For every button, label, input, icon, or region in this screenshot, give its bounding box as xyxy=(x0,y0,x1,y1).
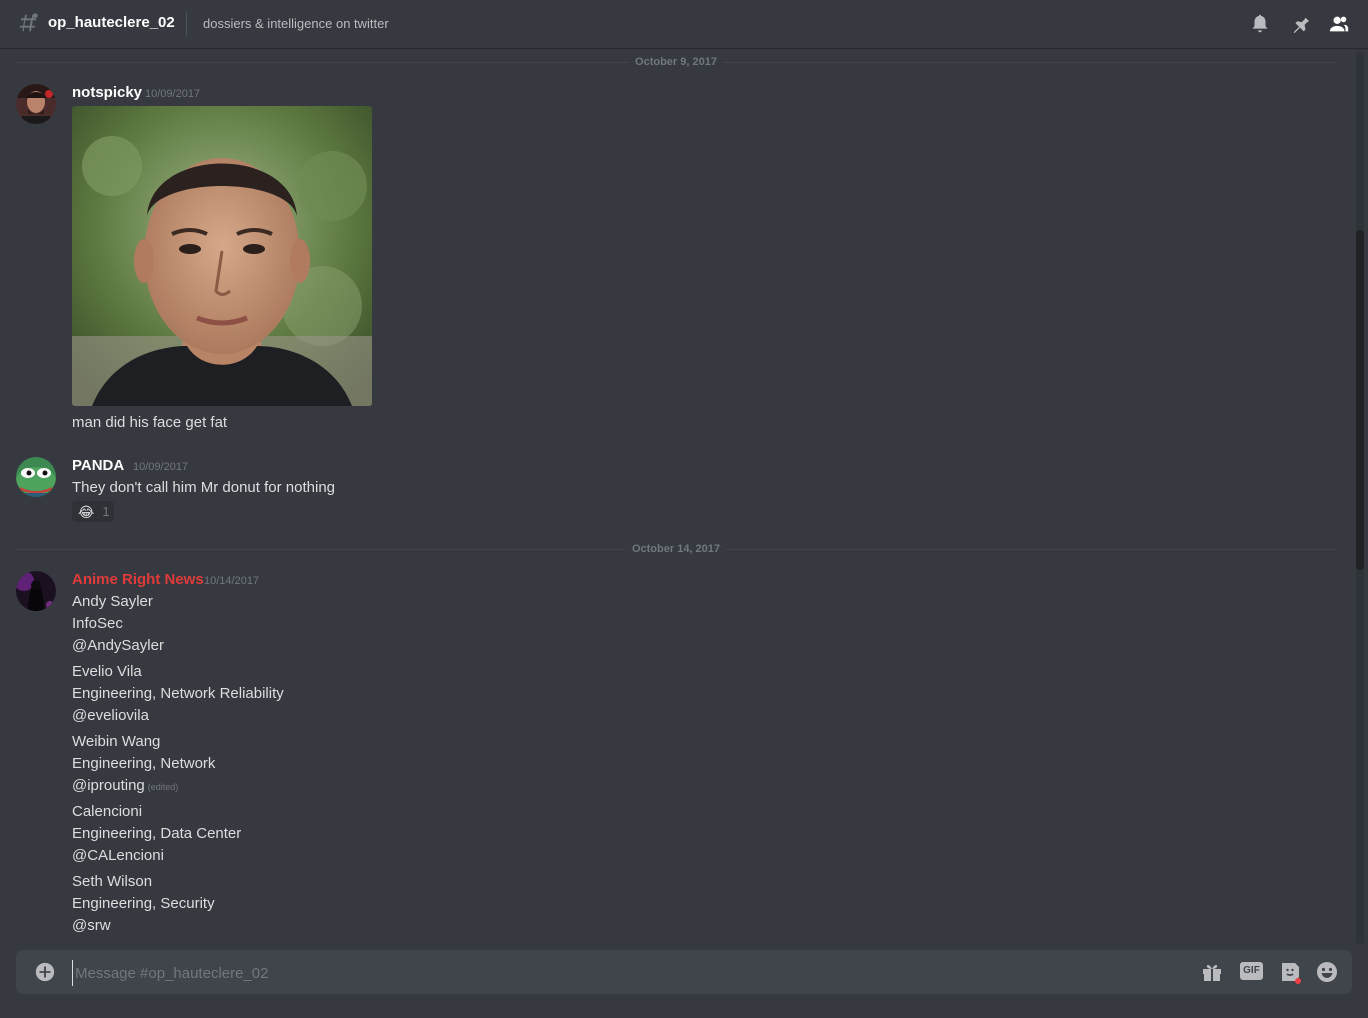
message-timestamp: 10/09/2017 xyxy=(145,88,201,100)
message-line: @iprouting xyxy=(72,777,145,794)
message-line: @srw xyxy=(72,917,111,934)
channel-topic[interactable]: dossiers & intelligence on twitter xyxy=(203,16,389,31)
message-username[interactable]: Anime Right News xyxy=(72,571,204,588)
message-input[interactable] xyxy=(72,960,1177,986)
avatar[interactable] xyxy=(16,457,56,497)
reaction-button[interactable]: 😂 1 xyxy=(72,501,114,522)
channel-header: op_hauteclere_02 dossiers & intelligence… xyxy=(0,0,1368,48)
header-divider xyxy=(186,12,187,36)
avatar[interactable] xyxy=(16,84,56,124)
message-line: Andy Sayler xyxy=(72,593,153,610)
date-divider-label: October 9, 2017 xyxy=(629,56,723,68)
message-line: Weibin Wang xyxy=(72,733,161,750)
reaction-count: 1 xyxy=(102,504,110,519)
avatar[interactable] xyxy=(16,571,56,611)
image-attachment[interactable] xyxy=(72,106,372,406)
laughing-emoji-icon: 😂 xyxy=(78,503,95,520)
message-line: Engineering, Network Reliability xyxy=(72,685,284,702)
gift-icon[interactable] xyxy=(1200,960,1224,984)
message-panda: PANDA 10/09/2017 They don't call him Mr … xyxy=(0,457,1330,527)
message-line: Evelio Vila xyxy=(72,663,142,680)
edited-label: (edited) xyxy=(147,782,179,792)
message-line: Engineering, Network xyxy=(72,755,216,772)
add-attachment-icon[interactable] xyxy=(34,961,56,983)
message-list[interactable]: October 9, 2017 notspicky 10/09/2017 man… xyxy=(0,48,1352,948)
message-line-edited: @iprouting (edited) xyxy=(72,777,178,794)
message-line: Seth Wilson xyxy=(72,873,153,890)
message-timestamp: 10/14/2017 xyxy=(204,575,260,587)
members-icon[interactable] xyxy=(1328,13,1350,35)
message-line: @eveliovila xyxy=(72,707,149,724)
emoji-icon[interactable] xyxy=(1315,960,1339,984)
hash-icon xyxy=(17,12,39,34)
message-username[interactable]: PANDA xyxy=(72,457,124,474)
date-divider-label: October 14, 2017 xyxy=(625,543,727,555)
message-line: InfoSec xyxy=(72,615,123,632)
message-anime-right-news: Anime Right News 10/14/2017 Andy Sayler … xyxy=(0,571,1330,941)
bell-icon[interactable] xyxy=(1249,13,1271,35)
message-line: @CALencioni xyxy=(72,847,164,864)
channel-name: op_hauteclere_02 xyxy=(48,14,175,31)
message-composer: GIF xyxy=(16,950,1352,994)
message-line: Engineering, Security xyxy=(72,895,215,912)
scrollbar-thumb[interactable] xyxy=(1356,230,1364,570)
message-text: man did his face get fat xyxy=(72,414,228,431)
sticker-icon[interactable] xyxy=(1278,960,1302,984)
pin-icon[interactable] xyxy=(1289,13,1311,35)
discord-app: op_hauteclere_02 dossiers & intelligence… xyxy=(0,0,1368,1018)
message-timestamp: 10/09/2017 xyxy=(133,461,189,473)
gif-icon[interactable]: GIF xyxy=(1240,962,1263,980)
message-notspicky: notspicky 10/09/2017 man did his face ge… xyxy=(0,84,1330,444)
date-divider: October 14, 2017 xyxy=(16,543,1336,555)
message-line: Engineering, Data Center xyxy=(72,825,242,842)
date-divider: October 9, 2017 xyxy=(16,56,1336,68)
message-username[interactable]: notspicky xyxy=(72,84,142,101)
message-text: They don't call him Mr donut for nothing xyxy=(72,479,335,496)
message-line: Calencioni xyxy=(72,803,143,820)
message-line: @AndySayler xyxy=(72,637,164,654)
